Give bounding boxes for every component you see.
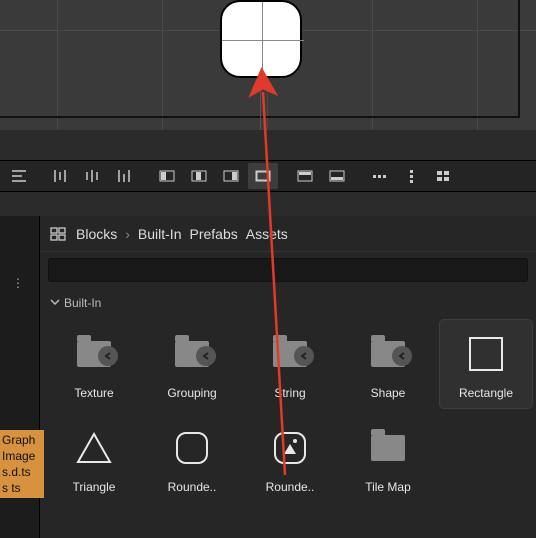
tile-label: Grouping bbox=[167, 386, 216, 400]
back-arrow-icon bbox=[196, 346, 216, 366]
tile-label: Shape bbox=[371, 386, 406, 400]
section-title: Built-In bbox=[64, 296, 101, 310]
file-line: s ts bbox=[2, 480, 42, 496]
breadcrumb-seg[interactable]: Assets bbox=[246, 226, 288, 242]
tile-label: Rounde.. bbox=[266, 480, 315, 494]
back-arrow-icon bbox=[392, 346, 412, 366]
asset-tile-rounded-rect-image[interactable]: Rounde.. bbox=[244, 414, 336, 502]
asset-tile-rectangle[interactable]: Rectangle bbox=[440, 320, 532, 408]
align-box-left-icon[interactable] bbox=[152, 163, 182, 189]
chevron-down-icon bbox=[50, 296, 60, 310]
distribute-h-left-icon[interactable] bbox=[46, 163, 76, 189]
canvas-viewport[interactable] bbox=[0, 0, 536, 130]
tile-label: Tile Map bbox=[365, 480, 411, 494]
assets-panel: Blocks › Built-In Prefabs Assets Built-I… bbox=[40, 216, 536, 538]
alignment-toolbar bbox=[0, 160, 536, 192]
more-v-icon[interactable] bbox=[396, 163, 426, 189]
rounded-rect-icon bbox=[170, 426, 214, 470]
section-header[interactable]: Built-In bbox=[40, 292, 536, 316]
asset-tile-folder[interactable]: Grouping bbox=[146, 320, 238, 408]
tile-label: Rectangle bbox=[459, 386, 513, 400]
breadcrumb-root[interactable]: Blocks bbox=[76, 226, 117, 242]
rectangle-icon bbox=[464, 332, 508, 376]
spacer bbox=[0, 192, 536, 216]
breadcrumb-seg[interactable]: Built-In bbox=[138, 226, 182, 242]
triangle-icon bbox=[72, 426, 116, 470]
align-box-stretch-icon[interactable] bbox=[248, 163, 278, 189]
search-input[interactable] bbox=[48, 258, 528, 282]
tile-label: Rounde.. bbox=[168, 480, 217, 494]
file-line: Image bbox=[2, 448, 42, 464]
asset-grid: Texture Grouping String Shape bbox=[40, 316, 536, 510]
more-v-icon[interactable]: ⋮ bbox=[12, 276, 26, 290]
file-list-fragment: Graph Image s.d.ts s ts bbox=[0, 430, 44, 498]
breadcrumb-seg[interactable]: Prefabs bbox=[189, 226, 237, 242]
back-arrow-icon bbox=[98, 346, 118, 366]
more-h-icon[interactable] bbox=[364, 163, 394, 189]
blocks-icon bbox=[50, 227, 68, 241]
asset-tile-folder[interactable]: String bbox=[244, 320, 336, 408]
distribute-h-right-icon[interactable] bbox=[110, 163, 140, 189]
spacer bbox=[0, 130, 536, 160]
asset-tile-rounded-rect[interactable]: Rounde.. bbox=[146, 414, 238, 502]
align-row-bottom-icon[interactable] bbox=[322, 163, 352, 189]
distribute-h-center-icon[interactable] bbox=[78, 163, 108, 189]
tile-label: Triangle bbox=[73, 480, 116, 494]
file-line: s.d.ts bbox=[2, 464, 42, 480]
asset-tile-folder[interactable]: Shape bbox=[342, 320, 434, 408]
breadcrumb: Blocks › Built-In Prefabs Assets bbox=[40, 216, 536, 252]
shape-guide-h bbox=[222, 40, 304, 41]
tile-label: Texture bbox=[74, 386, 113, 400]
rounded-rect-instance[interactable] bbox=[220, 0, 302, 78]
chevron-right-icon: › bbox=[125, 226, 130, 242]
asset-tile-triangle[interactable]: Triangle bbox=[48, 414, 140, 502]
align-lines-icon[interactable] bbox=[4, 163, 34, 189]
folder-icon bbox=[371, 435, 405, 461]
align-row-top-icon[interactable] bbox=[290, 163, 320, 189]
align-box-right-icon[interactable] bbox=[216, 163, 246, 189]
file-line: Graph bbox=[2, 432, 42, 448]
shape-guide-v bbox=[262, 2, 263, 80]
back-arrow-icon bbox=[294, 346, 314, 366]
asset-tile-folder[interactable]: Texture bbox=[48, 320, 140, 408]
tile-label: String bbox=[274, 386, 305, 400]
grid-icon[interactable] bbox=[428, 163, 458, 189]
align-box-center-icon[interactable] bbox=[184, 163, 214, 189]
asset-tile-folder[interactable]: Tile Map bbox=[342, 414, 434, 502]
rounded-rect-image-icon bbox=[268, 426, 312, 470]
